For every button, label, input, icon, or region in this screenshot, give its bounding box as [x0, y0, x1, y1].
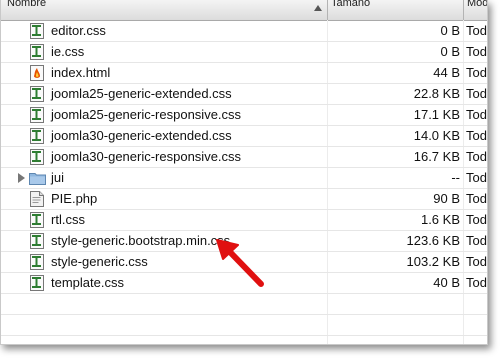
file-kind: Tod [466, 107, 487, 122]
file-row[interactable]: ie.css 0 B Tod [1, 42, 487, 63]
php-file-icon [30, 191, 44, 207]
file-name: jui [51, 170, 65, 185]
file-kind: Tod [466, 149, 487, 164]
file-row[interactable]: joomla25-generic-extended.css 22.8 KB To… [1, 84, 487, 105]
css-file-icon [30, 254, 44, 270]
css-file-icon [30, 233, 44, 249]
file-kind: Tod [466, 23, 487, 38]
file-list: editor.css 0 B Tod ie.css 0 B Tod index.… [1, 21, 487, 344]
file-row[interactable]: joomla30-generic-extended.css 14.0 KB To… [1, 126, 487, 147]
file-list-window: Nombre Tamaño Mod editor.css 0 B Tod ie.… [0, 0, 488, 345]
css-file-icon [30, 275, 44, 291]
file-name: style-generic.css [51, 254, 148, 269]
column-header-bar: Nombre Tamaño Mod [1, 0, 487, 21]
column-header-size[interactable]: Tamaño [331, 0, 461, 11]
css-file-icon [30, 128, 44, 144]
empty-row [1, 294, 487, 315]
css-file-icon [30, 149, 44, 165]
file-row[interactable]: editor.css 0 B Tod [1, 21, 487, 42]
column-divider[interactable] [327, 0, 328, 20]
file-size: 16.7 KB [413, 149, 460, 164]
file-kind: Tod [466, 128, 487, 143]
file-size: 0 B [440, 23, 460, 38]
file-size: -- [451, 170, 460, 185]
file-size: 1.6 KB [420, 212, 460, 227]
file-row[interactable]: rtl.css 1.6 KB Tod [1, 210, 487, 231]
file-kind: Tod [466, 275, 487, 290]
css-file-icon [30, 107, 44, 123]
file-name: ie.css [51, 44, 85, 59]
file-size: 90 B [433, 191, 460, 206]
css-file-icon [30, 86, 44, 102]
file-row[interactable]: joomla25-generic-responsive.css 17.1 KB … [1, 105, 487, 126]
column-header-name[interactable]: Nombre [7, 0, 307, 11]
file-size: 44 B [433, 65, 460, 80]
file-name: joomla30-generic-responsive.css [51, 149, 242, 164]
file-kind: Tod [466, 86, 487, 101]
file-kind: Tod [466, 44, 487, 59]
file-name: editor.css [51, 23, 106, 38]
file-size: 123.6 KB [406, 233, 461, 248]
file-name: style-generic.bootstrap.min.css [51, 233, 231, 248]
css-file-icon [30, 44, 44, 60]
file-name: PIE.php [51, 191, 98, 206]
empty-row [1, 336, 487, 344]
file-name: joomla25-generic-responsive.css [51, 107, 242, 122]
disclosure-triangle-icon[interactable] [18, 173, 25, 183]
file-name: index.html [51, 65, 111, 80]
file-size: 22.8 KB [413, 86, 460, 101]
file-row[interactable]: joomla30-generic-responsive.css 16.7 KB … [1, 147, 487, 168]
file-row[interactable]: index.html 44 B Tod [1, 63, 487, 84]
folder-row[interactable]: jui -- Tod [1, 168, 487, 189]
file-size: 0 B [440, 44, 460, 59]
red-annotation-arrow-icon [216, 239, 264, 287]
file-name: rtl.css [51, 212, 85, 227]
file-kind: Tod [466, 65, 487, 80]
css-file-icon [30, 23, 44, 39]
sort-ascending-icon [314, 5, 322, 11]
empty-row [1, 315, 487, 336]
file-kind: Tod [466, 170, 487, 185]
folder-icon [29, 173, 46, 185]
file-size: 40 B [433, 275, 460, 290]
file-size: 14.0 KB [413, 128, 460, 143]
file-kind: Tod [466, 254, 487, 269]
file-kind: Tod [466, 191, 487, 206]
file-row[interactable]: PIE.php 90 B Tod [1, 189, 487, 210]
file-name: template.css [51, 275, 124, 290]
column-header-kind[interactable]: Mod [467, 0, 487, 11]
css-file-icon [30, 212, 44, 228]
file-kind: Tod [466, 233, 487, 248]
column-divider[interactable] [463, 0, 464, 20]
file-name: joomla30-generic-extended.css [51, 128, 232, 143]
file-kind: Tod [466, 212, 487, 227]
file-size: 17.1 KB [413, 107, 460, 122]
html-file-icon [30, 65, 44, 81]
file-size: 103.2 KB [406, 254, 461, 269]
file-name: joomla25-generic-extended.css [51, 86, 232, 101]
